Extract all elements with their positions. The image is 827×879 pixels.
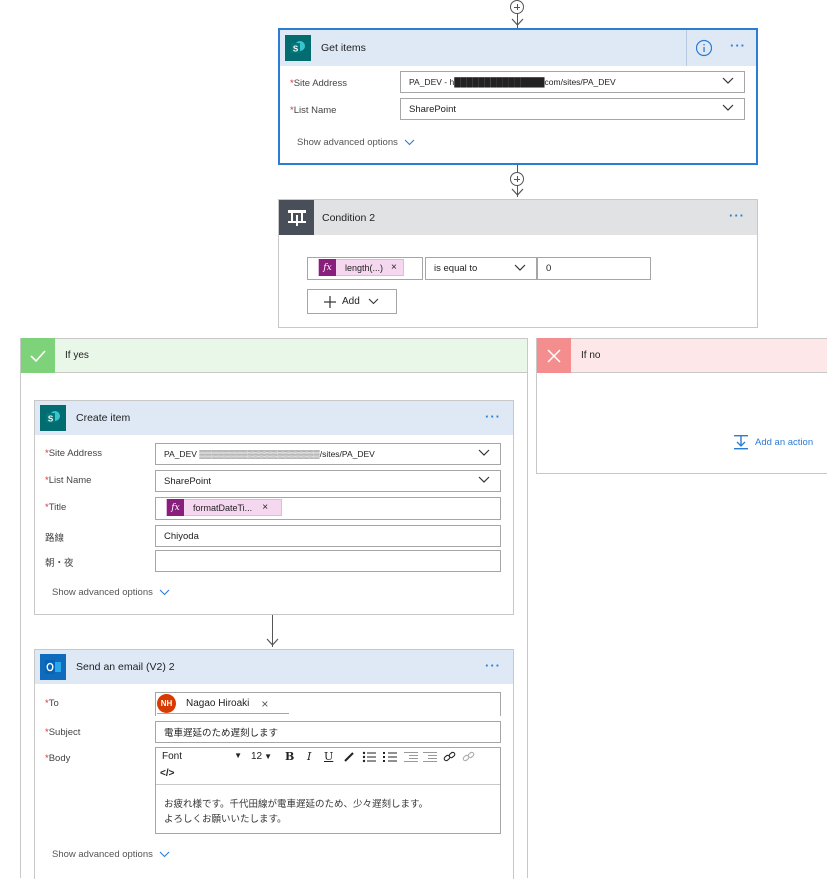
chevron-down-icon[interactable] (722, 104, 734, 112)
sharepoint-icon: S (40, 405, 66, 431)
route-field[interactable]: Chiyoda (155, 525, 501, 547)
arrow-down-icon (266, 638, 279, 646)
site-address-field[interactable]: PA_DEV ▒▒▒▒▒▒▒▒▒▒▒▒▒▒▒▒▒▒▒▒/sites/PA_DEV (155, 443, 501, 465)
chevron-down-icon (368, 298, 379, 305)
subject-field[interactable]: 電車遅延のため遅刻します (155, 721, 501, 743)
arrow-down-icon (511, 188, 524, 196)
length-token[interactable]: fx length(...) × (318, 259, 404, 276)
insert-step-icon[interactable] (510, 0, 524, 14)
condition-card[interactable]: Condition 2 ··· fx length(...) × is equa… (278, 199, 758, 328)
condition-header[interactable]: Condition 2 (279, 200, 757, 235)
site-address-label: *Site Address (290, 78, 348, 89)
chevron-down-icon (159, 851, 170, 858)
card-title: Condition 2 (322, 211, 376, 224)
list-name-field[interactable]: SharePoint (400, 98, 745, 120)
italic-button-icon[interactable]: I (307, 750, 311, 763)
title-label: *Title (45, 502, 67, 513)
remove-recipient-icon[interactable]: × (261, 697, 268, 711)
card-title: Create item (76, 412, 131, 424)
underline-button-icon[interactable]: U (324, 750, 333, 763)
sharepoint-icon: S (285, 35, 311, 61)
dropdown-arrow-icon: ▼ (264, 752, 273, 761)
list-name-label: *List Name (290, 105, 337, 116)
add-action-icon (734, 435, 748, 450)
get-items-header[interactable]: S Get items (280, 30, 756, 66)
send-email-card[interactable]: Send an email (V2) 2 ··· *To NH Nagao Hi… (34, 649, 514, 879)
create-item-card[interactable]: S Create item ··· *Site Address PA_DEV ▒… (34, 400, 514, 615)
check-icon (21, 338, 55, 373)
more-options-icon[interactable]: ··· (485, 409, 501, 424)
body-editor[interactable]: Font ▼ 12 ▼ B I U </> お疲れ様です。千代田線が電車遅延のため… (155, 747, 501, 834)
show-advanced-options[interactable]: Show advanced options (52, 849, 170, 860)
condition-value-input[interactable]: 0 (537, 257, 651, 280)
chevron-down-icon (159, 589, 170, 596)
insert-step-icon[interactable] (510, 172, 524, 186)
card-title: Get items (321, 42, 366, 54)
code-view-icon[interactable]: </> (160, 768, 174, 779)
svg-text:S: S (293, 45, 299, 54)
add-an-action-button[interactable]: Add an action (733, 434, 813, 450)
svg-text:S: S (48, 415, 54, 424)
chevron-down-icon (404, 139, 415, 146)
remove-token-icon[interactable]: × (391, 262, 397, 273)
link-icon[interactable] (443, 751, 456, 763)
card-title: Send an email (V2) 2 (76, 661, 175, 673)
add-condition-button[interactable]: Add (307, 289, 397, 314)
close-icon (537, 338, 571, 373)
site-address-label: *Site Address (45, 448, 103, 459)
time-field[interactable] (155, 550, 501, 572)
highlight-icon[interactable] (343, 751, 355, 763)
show-advanced-options[interactable]: Show advanced options (297, 137, 415, 148)
format-date-token[interactable]: fx formatDateTi... × (166, 499, 282, 516)
header-divider (686, 30, 687, 66)
list-name-label: *List Name (45, 475, 92, 486)
create-item-header[interactable]: S Create item (35, 401, 513, 435)
numbered-list-icon[interactable] (383, 751, 397, 763)
chevron-down-icon[interactable] (514, 264, 526, 272)
body-label: *Body (45, 753, 71, 764)
info-icon[interactable] (695, 39, 713, 57)
dropdown-arrow-icon: ▼ (234, 751, 242, 760)
chevron-down-icon[interactable] (722, 77, 734, 85)
body-text-line-2: よろしくお願いいたします。 (164, 814, 287, 825)
font-size-select[interactable]: 12 ▼ (251, 751, 272, 762)
operator-select[interactable]: is equal to (425, 257, 537, 280)
unlink-icon[interactable] (462, 751, 475, 763)
subject-label: *Subject (45, 727, 81, 738)
more-options-icon[interactable]: ··· (730, 38, 746, 53)
chevron-down-icon[interactable] (478, 449, 490, 457)
list-name-field[interactable]: SharePoint (155, 470, 501, 492)
outlook-icon (40, 654, 66, 680)
fx-icon: fx (319, 259, 336, 276)
condition-icon (279, 200, 314, 235)
more-options-icon[interactable]: ··· (729, 208, 745, 223)
show-advanced-options[interactable]: Show advanced options (52, 587, 170, 598)
route-label: 路線 (45, 533, 65, 544)
bullet-list-icon[interactable] (362, 751, 376, 763)
body-text-line-1: お疲れ様です。千代田線が電車遅延のため、少々遅刻します。 (164, 799, 429, 810)
remove-token-icon[interactable]: × (262, 502, 268, 513)
fx-icon: fx (167, 499, 184, 516)
outdent-icon[interactable] (404, 751, 418, 763)
get-items-card[interactable]: S Get items ··· *Site Address PA_DEV - h… (278, 28, 758, 165)
editor-toolbar-divider (156, 784, 500, 785)
font-select[interactable]: Font ▼ (162, 751, 242, 762)
chevron-down-icon[interactable] (478, 476, 490, 484)
bold-button-icon[interactable]: B (285, 750, 294, 763)
if-no-header[interactable]: If no (536, 338, 827, 373)
plus-icon (324, 295, 336, 308)
site-address-field[interactable]: PA_DEV - h███████████████com/sites/PA_DE… (400, 71, 745, 93)
more-options-icon[interactable]: ··· (485, 658, 501, 673)
avatar: NH (157, 694, 176, 713)
to-label: *To (45, 698, 59, 709)
if-yes-header[interactable]: If yes (20, 338, 528, 373)
recipient-chip[interactable]: NH Nagao Hiroaki × (157, 694, 289, 714)
arrow-down-icon (511, 18, 524, 26)
indent-icon[interactable] (423, 751, 437, 763)
send-email-header[interactable]: Send an email (V2) 2 (35, 650, 513, 684)
time-label: 朝・夜 (45, 558, 74, 569)
